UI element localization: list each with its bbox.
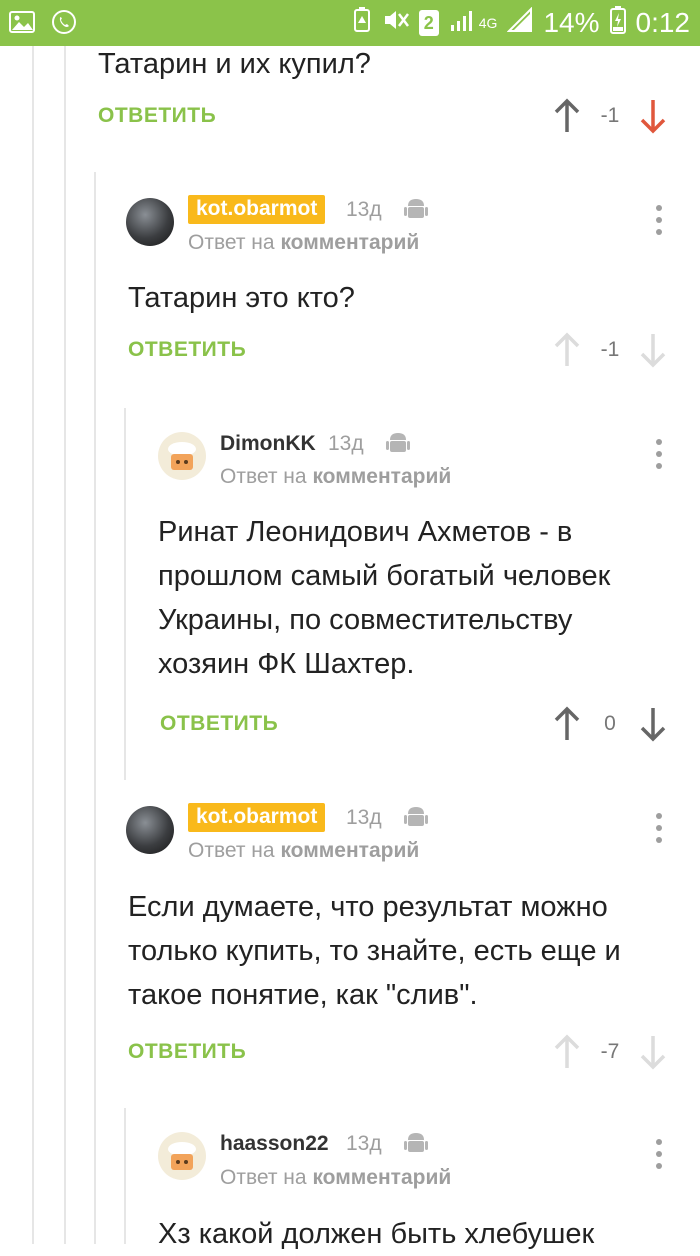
gallery-notification-icon <box>8 8 36 36</box>
clock: 0:12 <box>635 7 691 38</box>
avatar[interactable] <box>126 806 174 854</box>
comment-line: Татарин это кто? <box>128 282 355 314</box>
vote-controls: -7 <box>552 1032 668 1072</box>
vote-controls: 0 <box>552 704 668 744</box>
thread-line <box>124 408 126 780</box>
more-options-icon[interactable] <box>655 1139 663 1169</box>
vote-controls: -1 <box>552 96 668 136</box>
thread-line <box>124 1108 126 1244</box>
reply-to-line[interactable]: Ответ на комментарий <box>188 839 419 863</box>
android-icon <box>386 430 410 461</box>
comment-line: прошлом самый богатый человек <box>158 560 611 592</box>
thread-line <box>32 46 34 1244</box>
upvote-icon[interactable] <box>552 98 582 134</box>
upvote-icon[interactable] <box>552 1034 582 1070</box>
downvote-icon[interactable] <box>638 98 668 134</box>
reply-to-link[interactable]: комментарий <box>280 231 419 254</box>
comment-age: 13д <box>346 198 382 221</box>
reply-to-prefix: Ответ на <box>188 839 275 862</box>
username-badge[interactable]: kot.obarmot <box>188 803 326 832</box>
comment-text: Татарин и их купил? <box>98 48 371 80</box>
sim-2-icon: 2 <box>418 10 439 36</box>
signal-icon <box>449 7 477 40</box>
comment-line: Ринат Леонидович Ахметов - в <box>158 516 573 548</box>
rating-count: -1 <box>600 104 620 127</box>
network-type: 4G <box>478 15 498 31</box>
battery-icon <box>609 5 626 41</box>
comment-line: Хз какой должен быть хлебушек <box>158 1218 595 1250</box>
comment-age: 13д <box>346 806 382 829</box>
rating-count: 0 <box>604 712 616 735</box>
reply-to-line[interactable]: Ответ на комментарий <box>220 1166 451 1190</box>
android-icon <box>404 804 428 835</box>
comment-text: Хз какой должен быть хлебушек <box>158 1212 594 1256</box>
reply-to-link[interactable]: комментарий <box>312 1166 451 1189</box>
more-options-icon[interactable] <box>655 205 663 235</box>
avatar[interactable] <box>158 432 206 480</box>
username[interactable]: DimonKK <box>220 432 316 456</box>
comment-text: Ринат Леонидович Ахметов - в прошлом сам… <box>158 510 610 686</box>
comment-line: хозяин ФК Шахтер. <box>158 648 415 680</box>
upvote-icon[interactable] <box>552 706 582 742</box>
signal-icon-2 <box>507 6 533 40</box>
battery-percent: 14% <box>543 7 600 38</box>
comment-age: 13д <box>328 432 364 455</box>
comment-line: такое понятие, как "слив". <box>128 979 478 1011</box>
more-options-icon[interactable] <box>655 813 663 843</box>
avatar[interactable] <box>158 1132 206 1180</box>
battery-saver-icon <box>351 6 373 40</box>
avatar[interactable] <box>126 198 174 246</box>
whatsapp-notification-icon <box>50 8 78 36</box>
android-icon <box>404 196 428 227</box>
reply-to-line[interactable]: Ответ на комментарий <box>220 465 451 489</box>
more-options-icon[interactable] <box>655 439 663 469</box>
reply-to-link[interactable]: комментарий <box>312 465 451 488</box>
upvote-icon[interactable] <box>552 332 582 368</box>
comment-line: только купить, то знайте, есть еще и <box>128 935 621 967</box>
reply-to-prefix: Ответ на <box>220 465 307 488</box>
reply-button[interactable]: ОТВЕТИТЬ <box>160 712 278 736</box>
android-icon <box>404 1130 428 1161</box>
status-bar: 2 4G 14% 0:12 <box>0 0 700 46</box>
comment-line: Если думаете, что результат можно <box>128 891 608 923</box>
thread-line <box>64 46 66 1244</box>
username[interactable]: haasson22 <box>220 1132 329 1156</box>
rating-count: -1 <box>600 338 620 361</box>
reply-button[interactable]: ОТВЕТИТЬ <box>98 104 216 128</box>
comment-age: 13д <box>346 1132 382 1155</box>
mute-icon <box>383 7 409 39</box>
username-badge[interactable]: kot.obarmot <box>188 195 326 224</box>
vote-controls: -1 <box>552 330 668 370</box>
reply-to-prefix: Ответ на <box>188 231 275 254</box>
comment-text: Если думаете, что результат можно только… <box>128 885 621 1017</box>
downvote-icon[interactable] <box>638 332 668 368</box>
rating-count: -7 <box>600 1040 620 1063</box>
reply-button[interactable]: ОТВЕТИТЬ <box>128 1040 246 1064</box>
comment-text: Татарин это кто? <box>128 276 355 320</box>
reply-button[interactable]: ОТВЕТИТЬ <box>128 338 246 362</box>
reply-to-line[interactable]: Ответ на комментарий <box>188 231 419 255</box>
reply-to-prefix: Ответ на <box>220 1166 307 1189</box>
comment-line: Украины, по совместительству <box>158 604 573 636</box>
thread-line <box>94 172 96 1244</box>
downvote-icon[interactable] <box>638 1034 668 1070</box>
reply-to-link[interactable]: комментарий <box>280 839 419 862</box>
downvote-icon[interactable] <box>638 706 668 742</box>
